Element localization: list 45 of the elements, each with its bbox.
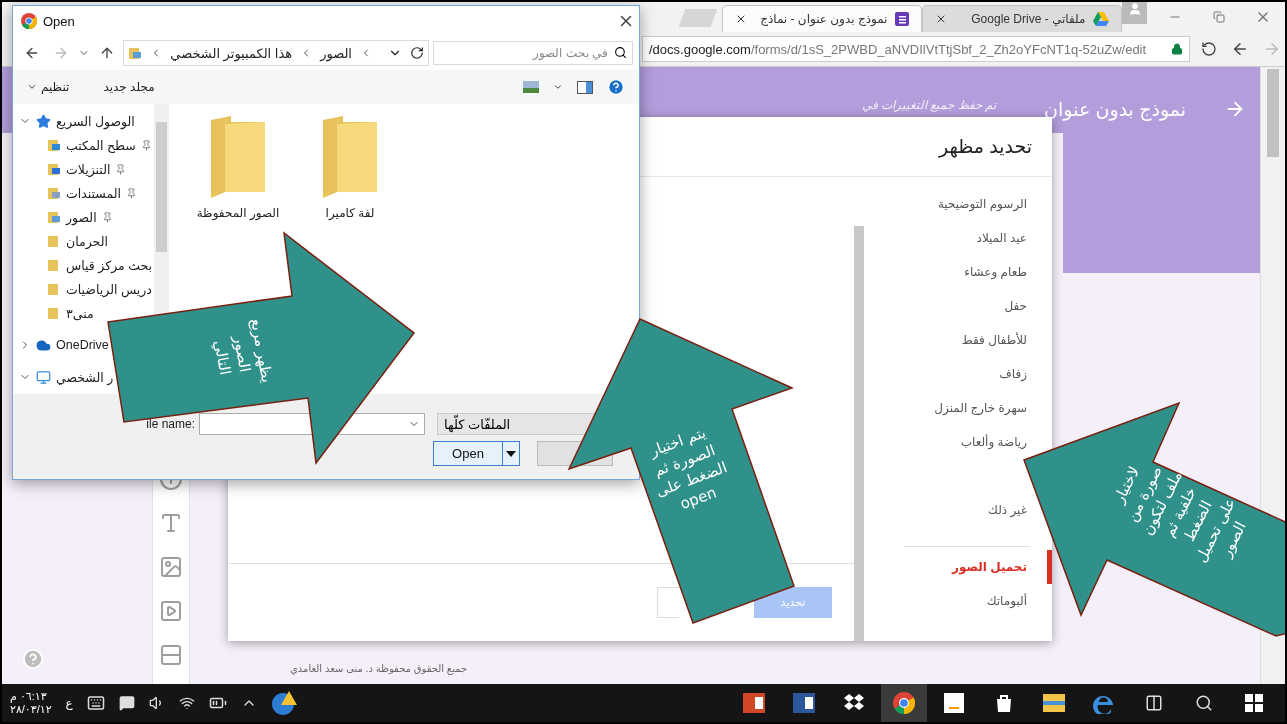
theme-category[interactable]: الرسوم التوضيحية <box>937 197 1027 211</box>
nav-item[interactable]: الوصول السريع <box>13 109 135 133</box>
clock-time[interactable]: ٠٦:١٣ م <box>10 690 47 703</box>
language-indicator[interactable]: ع <box>65 696 73 710</box>
theme-category[interactable]: حفل <box>1004 299 1027 313</box>
path-bar[interactable]: الصور هذا الكمبيوتر الشخصي <box>123 40 429 66</box>
callout-text: يظهر مربع الصور التالي <box>209 316 278 387</box>
nav-item[interactable]: الحرمان <box>13 229 108 253</box>
nav-item[interactable]: منى٣ <box>13 301 94 325</box>
new-folder-button[interactable]: مجلد جديد <box>103 80 155 94</box>
theme-category[interactable]: تحميل الصور <box>951 560 1027 574</box>
browser-tab[interactable]: ملفاتي - Google Drive <box>922 5 1123 32</box>
nav-item[interactable]: OneDrive <box>13 333 109 357</box>
nav-item[interactable]: الصور <box>13 205 113 229</box>
nav-item[interactable]: بحث مركز قياس <box>13 253 153 277</box>
clock-date[interactable]: ٢٨/٠٣/١٢ <box>10 703 52 716</box>
nav-item[interactable]: ر الشخصي <box>13 365 114 389</box>
theme-category[interactable]: للأطفال فقط <box>961 333 1027 347</box>
dialog-title: تحديد مظهر <box>938 135 1032 158</box>
theme-category[interactable]: سهرة خارج المنزل <box>934 401 1027 415</box>
nav-item[interactable]: دريس الرياضيات <box>13 277 152 301</box>
open-button[interactable]: Open <box>433 441 520 466</box>
nav-item[interactable]: سطح المكتب <box>13 133 152 157</box>
folder-item[interactable]: لفة كاميرا <box>295 116 405 220</box>
save-status: تم حفظ جميع التغييرات في <box>861 98 997 112</box>
theme-category[interactable]: غير ذلك <box>988 503 1027 517</box>
folder-item[interactable]: الصور المحفوظة <box>183 116 293 220</box>
path-crumb[interactable]: الصور <box>320 45 352 61</box>
dialog-title: Open <box>43 13 75 29</box>
search-field[interactable]: في بحث الصور <box>433 41 633 65</box>
theme-category[interactable]: طعام وعشاء <box>964 265 1027 279</box>
path-crumb[interactable]: هذا الكمبيوتر الشخصي <box>170 45 293 61</box>
browser-tab[interactable]: نموذج بدون عنوان - نماذج <box>722 5 923 32</box>
address-bar[interactable]: /docs.google.com/forms/d/1sS_2PWBD_aNVDIlVtTtjSbf_2_Zh2oYFcNT1q-52uZw/edit <box>642 36 1190 62</box>
callout-text: لاختيار صورة من ملف لتكون خلفية ثم الضغط على تحميل الصور <box>1108 462 1251 568</box>
theme-category[interactable]: ألبوماتك <box>986 594 1027 608</box>
theme-category[interactable]: عيد الميلاد <box>976 231 1027 245</box>
copyright-text: جميع الحقوق محفوظة د. منى سعد الغامدي <box>290 663 468 674</box>
theme-category[interactable]: رياضة وألعاب <box>960 435 1027 449</box>
nav-item[interactable]: المستندات <box>13 181 137 205</box>
file-name-label: ile name: <box>145 417 195 431</box>
callout-text: يتم اختيار الصورة ثم الضغط على open <box>646 422 731 516</box>
organize-button[interactable]: تنظيم <box>27 80 70 94</box>
nav-item[interactable]: التنزيلات <box>13 157 127 181</box>
theme-category[interactable]: زفاف <box>999 367 1027 381</box>
